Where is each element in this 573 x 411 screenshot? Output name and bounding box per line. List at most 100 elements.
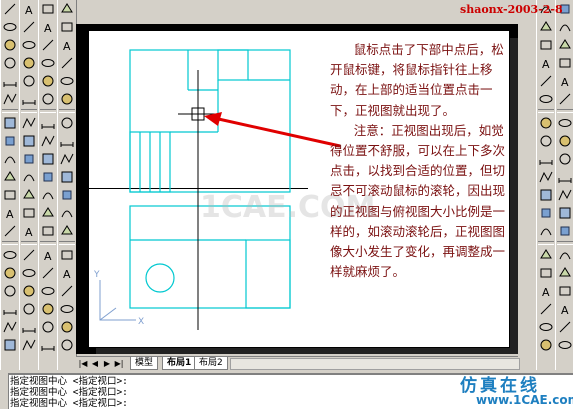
spline-icon[interactable] xyxy=(557,223,573,239)
zoom-icon[interactable]: A xyxy=(59,37,75,53)
shade-icon[interactable] xyxy=(59,205,75,221)
revision-cloud-icon[interactable] xyxy=(557,205,573,221)
arc-icon[interactable] xyxy=(59,319,75,335)
tab-layout2[interactable]: 布局2 xyxy=(194,357,228,370)
dimension-icon[interactable] xyxy=(40,37,56,53)
pan-icon[interactable] xyxy=(21,169,37,185)
polyline-icon[interactable] xyxy=(538,169,554,185)
layer-icon[interactable] xyxy=(21,115,37,131)
line-icon[interactable] xyxy=(40,301,56,317)
ellipse-icon[interactable] xyxy=(59,337,75,353)
zoom-icon[interactable]: A xyxy=(2,205,18,221)
region-icon[interactable] xyxy=(557,19,573,35)
arc-icon[interactable] xyxy=(557,169,573,185)
insert-block-icon[interactable] xyxy=(557,283,573,299)
construction-line-icon[interactable] xyxy=(557,91,573,107)
3d-cone-icon[interactable] xyxy=(40,187,56,203)
3d-box-icon[interactable] xyxy=(21,187,37,203)
properties-icon[interactable] xyxy=(59,19,75,35)
command-window-scrollbar[interactable] xyxy=(0,373,9,409)
3d-cone-icon[interactable] xyxy=(21,247,37,263)
pan-icon[interactable] xyxy=(59,55,75,71)
view-icon[interactable] xyxy=(40,283,56,299)
line-icon[interactable]: A xyxy=(557,73,573,89)
point-icon[interactable] xyxy=(538,19,554,35)
last-tab-icon[interactable]: ▶| xyxy=(114,358,124,369)
next-tab-icon[interactable]: ▶ xyxy=(102,358,112,369)
rectangle-icon[interactable] xyxy=(59,283,75,299)
polygon-icon[interactable] xyxy=(538,187,554,203)
properties-icon[interactable] xyxy=(40,73,56,89)
prev-tab-icon[interactable]: ◀ xyxy=(90,358,100,369)
dimension-icon[interactable] xyxy=(21,91,37,107)
3d-cylinder-icon[interactable] xyxy=(2,283,18,299)
point-icon[interactable] xyxy=(557,319,573,335)
multiline-text-icon[interactable] xyxy=(538,115,554,131)
tab-layout1[interactable]: 布局1 xyxy=(162,357,197,370)
3d-torus-icon[interactable] xyxy=(40,223,56,239)
ellipse-arc-icon[interactable] xyxy=(538,319,554,335)
make-block-icon[interactable]: A xyxy=(557,301,573,317)
properties-icon[interactable] xyxy=(2,187,18,203)
drawing-views[interactable]: Y X xyxy=(88,30,328,346)
3d-torus-icon[interactable] xyxy=(21,283,37,299)
3d-sphere-icon[interactable] xyxy=(2,265,18,281)
view-icon[interactable] xyxy=(59,223,75,239)
circle-icon[interactable]: A xyxy=(21,1,37,17)
3d-cylinder-icon[interactable] xyxy=(40,169,56,185)
region-icon[interactable] xyxy=(538,73,554,89)
3d-wedge-icon[interactable] xyxy=(40,205,56,221)
revision-cloud-icon[interactable] xyxy=(538,265,554,281)
3d-box-icon[interactable] xyxy=(40,133,56,149)
text-icon[interactable] xyxy=(21,73,37,89)
3d-wedge-icon[interactable] xyxy=(59,151,75,167)
line-icon[interactable] xyxy=(538,133,554,149)
polyline-icon[interactable]: A xyxy=(59,265,75,281)
tab-model[interactable]: 模型 xyxy=(130,357,159,370)
zoom-icon[interactable] xyxy=(21,151,37,167)
gradient-icon[interactable]: A xyxy=(538,55,554,71)
pan-icon[interactable] xyxy=(2,223,18,239)
hatch-icon[interactable] xyxy=(557,337,573,353)
circle-icon[interactable] xyxy=(2,55,18,71)
ellipse-icon[interactable] xyxy=(21,37,37,53)
hatch-icon[interactable] xyxy=(538,37,554,53)
zoom-icon[interactable] xyxy=(40,91,56,107)
table-icon[interactable] xyxy=(557,37,573,53)
render-icon[interactable]: A xyxy=(40,247,56,263)
circle-icon[interactable] xyxy=(538,247,554,263)
shade-icon[interactable] xyxy=(21,319,37,335)
3d-cylinder-icon[interactable] xyxy=(59,115,75,131)
polyline-icon[interactable] xyxy=(2,19,18,35)
rectangle-icon[interactable] xyxy=(538,205,554,221)
arc-icon[interactable] xyxy=(538,223,554,239)
layer-icon[interactable] xyxy=(59,1,75,17)
ellipse-icon[interactable] xyxy=(538,301,554,317)
ellipse-icon[interactable] xyxy=(557,247,573,263)
text-icon[interactable] xyxy=(2,133,18,149)
3d-torus-icon[interactable] xyxy=(2,337,18,353)
3d-sphere-icon[interactable] xyxy=(59,91,75,107)
3d-wedge-icon[interactable] xyxy=(2,319,18,335)
hatch-icon[interactable] xyxy=(40,1,56,17)
first-tab-icon[interactable]: |◀ xyxy=(78,358,88,369)
render-icon[interactable] xyxy=(59,187,75,203)
polyline-icon[interactable] xyxy=(557,115,573,131)
3d-box-icon[interactable] xyxy=(2,247,18,263)
polyline-icon[interactable] xyxy=(40,319,56,335)
multiline-text-icon[interactable] xyxy=(557,55,573,71)
spline-icon[interactable]: A xyxy=(538,283,554,299)
arc-icon[interactable] xyxy=(21,19,37,35)
3d-sphere-icon[interactable] xyxy=(21,205,37,221)
ellipse-arc-icon[interactable] xyxy=(557,265,573,281)
ellipse-icon[interactable] xyxy=(2,91,18,107)
pan-icon[interactable] xyxy=(40,115,56,131)
line-icon[interactable] xyxy=(59,247,75,263)
insert-block-icon[interactable] xyxy=(538,337,554,353)
render-icon[interactable] xyxy=(21,301,37,317)
hatch-icon[interactable] xyxy=(21,55,37,71)
dimension-icon[interactable] xyxy=(2,151,18,167)
3d-box-icon[interactable] xyxy=(59,73,75,89)
3d-cone-icon[interactable] xyxy=(2,301,18,317)
3d-wedge-icon[interactable] xyxy=(21,265,37,281)
